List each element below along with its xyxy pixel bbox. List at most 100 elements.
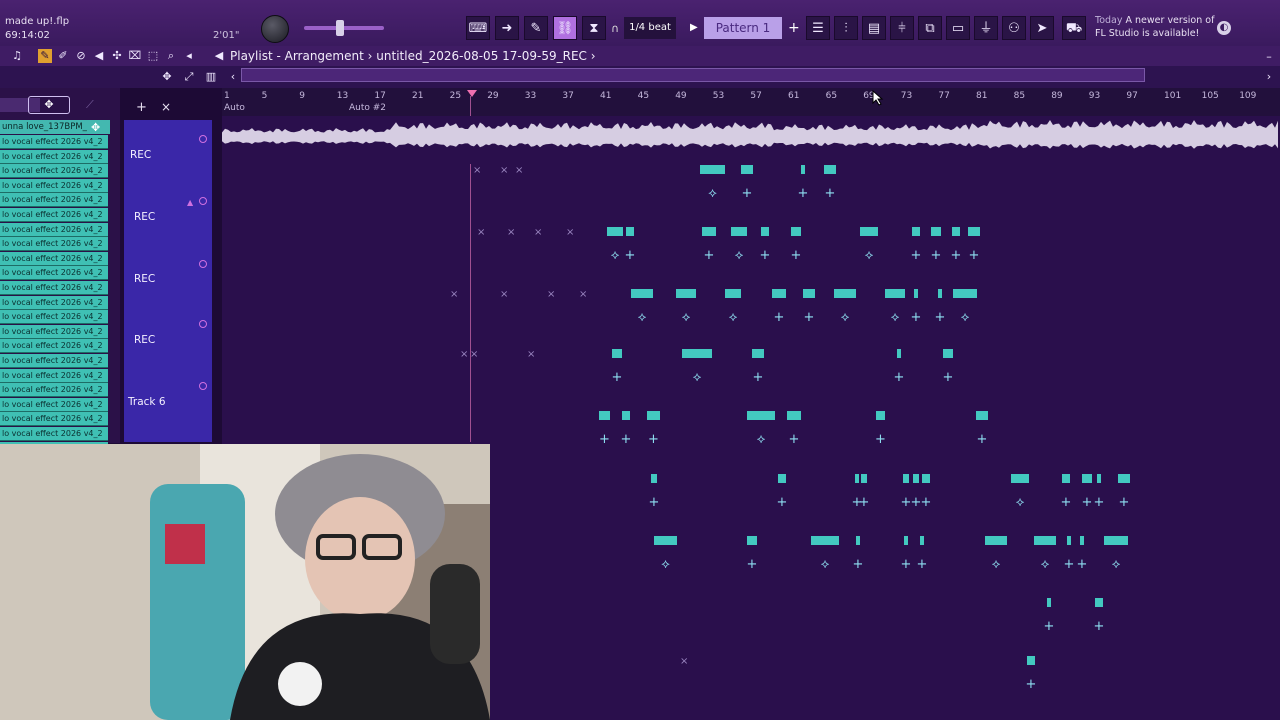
headset-icon[interactable]: ♫ xyxy=(10,49,24,63)
clip-header[interactable] xyxy=(1080,536,1084,545)
audio-clip[interactable]: ⟡ xyxy=(985,536,1007,588)
muted-clip-icon[interactable]: × xyxy=(477,227,485,238)
muted-clip-icon[interactable]: × xyxy=(547,289,555,300)
clip-header[interactable] xyxy=(772,289,786,298)
audio-clip[interactable]: + xyxy=(1061,474,1071,526)
audio-clip[interactable]: + xyxy=(1026,656,1036,708)
audio-clip[interactable]: + xyxy=(1077,536,1087,588)
globe-icon[interactable]: ◐ xyxy=(1217,21,1231,35)
clip-header[interactable] xyxy=(651,474,657,483)
audio-clip[interactable]: ⟡ xyxy=(607,227,623,279)
draw-tool-icon[interactable]: ✎ xyxy=(38,49,52,63)
clip-header[interactable] xyxy=(860,227,878,236)
audio-clip[interactable]: ⟡ xyxy=(700,165,725,217)
track-label[interactable]: REC xyxy=(130,149,151,161)
clip-header[interactable] xyxy=(861,474,867,483)
clip-header[interactable] xyxy=(943,349,953,358)
clip-header[interactable] xyxy=(622,411,630,420)
audio-clip[interactable]: + xyxy=(625,227,635,279)
horizontal-scrollbar[interactable] xyxy=(241,68,1145,82)
audio-clip[interactable]: + xyxy=(943,349,953,401)
audio-clip[interactable]: + xyxy=(752,349,764,401)
muted-clip-icon[interactable]: × xyxy=(527,349,535,360)
audio-clip[interactable]: ⟡ xyxy=(834,289,856,341)
muted-clip-icon[interactable]: × xyxy=(470,349,478,360)
clip-header[interactable] xyxy=(1047,598,1051,607)
playlist-icon[interactable]: ☰ xyxy=(806,16,830,40)
audio-clip[interactable]: + xyxy=(1094,598,1104,650)
track-label[interactable]: Track 6 xyxy=(128,396,166,408)
muted-clip-icon[interactable]: × xyxy=(450,289,458,300)
link-icon[interactable]: ⛓ xyxy=(553,16,577,40)
people-icon[interactable]: ⚇ xyxy=(1002,16,1026,40)
audio-clip[interactable]: + xyxy=(612,349,622,401)
clip-header[interactable] xyxy=(1097,474,1101,483)
audio-clip[interactable]: ⟡ xyxy=(953,289,977,341)
clip-header[interactable] xyxy=(1027,656,1035,665)
clip-header[interactable] xyxy=(647,411,660,420)
file-icon[interactable]: ▭ xyxy=(946,16,970,40)
audio-clip[interactable]: + xyxy=(824,165,836,217)
track-led-icon[interactable] xyxy=(199,320,207,328)
audio-clip[interactable]: + xyxy=(935,289,945,341)
track-up-icon[interactable]: ▲ xyxy=(187,198,193,207)
audio-clip[interactable]: + xyxy=(951,227,961,279)
clip-header[interactable] xyxy=(968,227,980,236)
metronome-icon[interactable]: ⧗ xyxy=(582,16,606,40)
picker-item[interactable]: lo vocal effect 2026 v4_2 xyxy=(0,368,108,383)
track-led-icon[interactable] xyxy=(199,382,207,390)
clip-header[interactable] xyxy=(920,536,924,545)
picker-item[interactable]: lo vocal effect 2026 v4_2 xyxy=(0,339,108,354)
clip-header[interactable] xyxy=(1034,536,1056,545)
clip-header[interactable] xyxy=(856,536,860,545)
clip-header[interactable] xyxy=(787,411,801,420)
scroll-left-icon[interactable]: ‹ xyxy=(226,70,240,84)
clip-header[interactable] xyxy=(912,227,920,236)
clip-header[interactable] xyxy=(931,227,941,236)
audio-clip[interactable]: ⟡ xyxy=(1034,536,1056,588)
audio-clip[interactable]: + xyxy=(741,165,753,217)
clip-header[interactable] xyxy=(731,227,747,236)
clip-header[interactable] xyxy=(1095,598,1103,607)
audio-clip[interactable]: ⟡ xyxy=(1104,536,1128,588)
audio-clip[interactable]: + xyxy=(1094,474,1104,526)
picker-item[interactable]: lo vocal effect 2026 v4_2 xyxy=(0,208,108,222)
master-pitch-slider[interactable] xyxy=(304,26,384,30)
muted-clip-icon[interactable]: × xyxy=(566,227,574,238)
picker-item[interactable]: lo vocal effect 2026 v4_2 xyxy=(0,251,108,266)
audio-clip[interactable]: + xyxy=(649,474,659,526)
audio-clip[interactable]: + xyxy=(911,289,921,341)
picker-item[interactable]: lo vocal effect 2026 v4_2 xyxy=(0,149,108,164)
audio-clip[interactable]: + xyxy=(901,474,911,526)
slice-tool-icon[interactable]: ⌧ xyxy=(128,49,142,63)
picker-item[interactable]: lo vocal effect 2026 v4_2 xyxy=(0,193,108,208)
clip-header[interactable] xyxy=(811,536,839,545)
picker-item[interactable]: lo vocal effect 2026 v4_2 xyxy=(0,178,108,193)
piano-roll-icon[interactable]: ⫶ xyxy=(834,16,858,40)
audio-clip[interactable]: + xyxy=(702,227,716,279)
select-tool-icon[interactable]: ⬚ xyxy=(146,49,160,63)
channel-rack-icon[interactable]: ▤ xyxy=(862,16,886,40)
audio-clip[interactable]: + xyxy=(911,474,921,526)
audio-clip[interactable]: + xyxy=(1082,474,1092,526)
track-led-icon[interactable] xyxy=(199,197,207,205)
track-label[interactable]: REC xyxy=(134,211,155,223)
picker-item[interactable]: lo vocal effect 2026 v4_2 xyxy=(0,237,108,252)
audio-clip[interactable]: ⟡ xyxy=(631,289,653,341)
audio-clip[interactable]: + xyxy=(747,536,757,588)
clip-header[interactable] xyxy=(778,474,786,483)
audio-clip[interactable]: + xyxy=(803,289,815,341)
clip-header[interactable] xyxy=(952,227,960,236)
clip-header[interactable] xyxy=(702,227,716,236)
clip-header[interactable] xyxy=(985,536,1007,545)
remove-button[interactable]: × xyxy=(161,100,171,114)
add-pattern-button[interactable]: + xyxy=(788,20,800,36)
audio-clip[interactable]: ⟡ xyxy=(811,536,839,588)
clip-header[interactable] xyxy=(803,289,815,298)
cart-icon[interactable]: ⛟ xyxy=(1062,16,1086,40)
audio-clip[interactable]: + xyxy=(1118,474,1130,526)
muted-clip-icon[interactable]: × xyxy=(534,227,542,238)
clip-header[interactable] xyxy=(914,289,918,298)
audio-clip[interactable]: ⟡ xyxy=(860,227,878,279)
clip-header[interactable] xyxy=(741,165,753,174)
